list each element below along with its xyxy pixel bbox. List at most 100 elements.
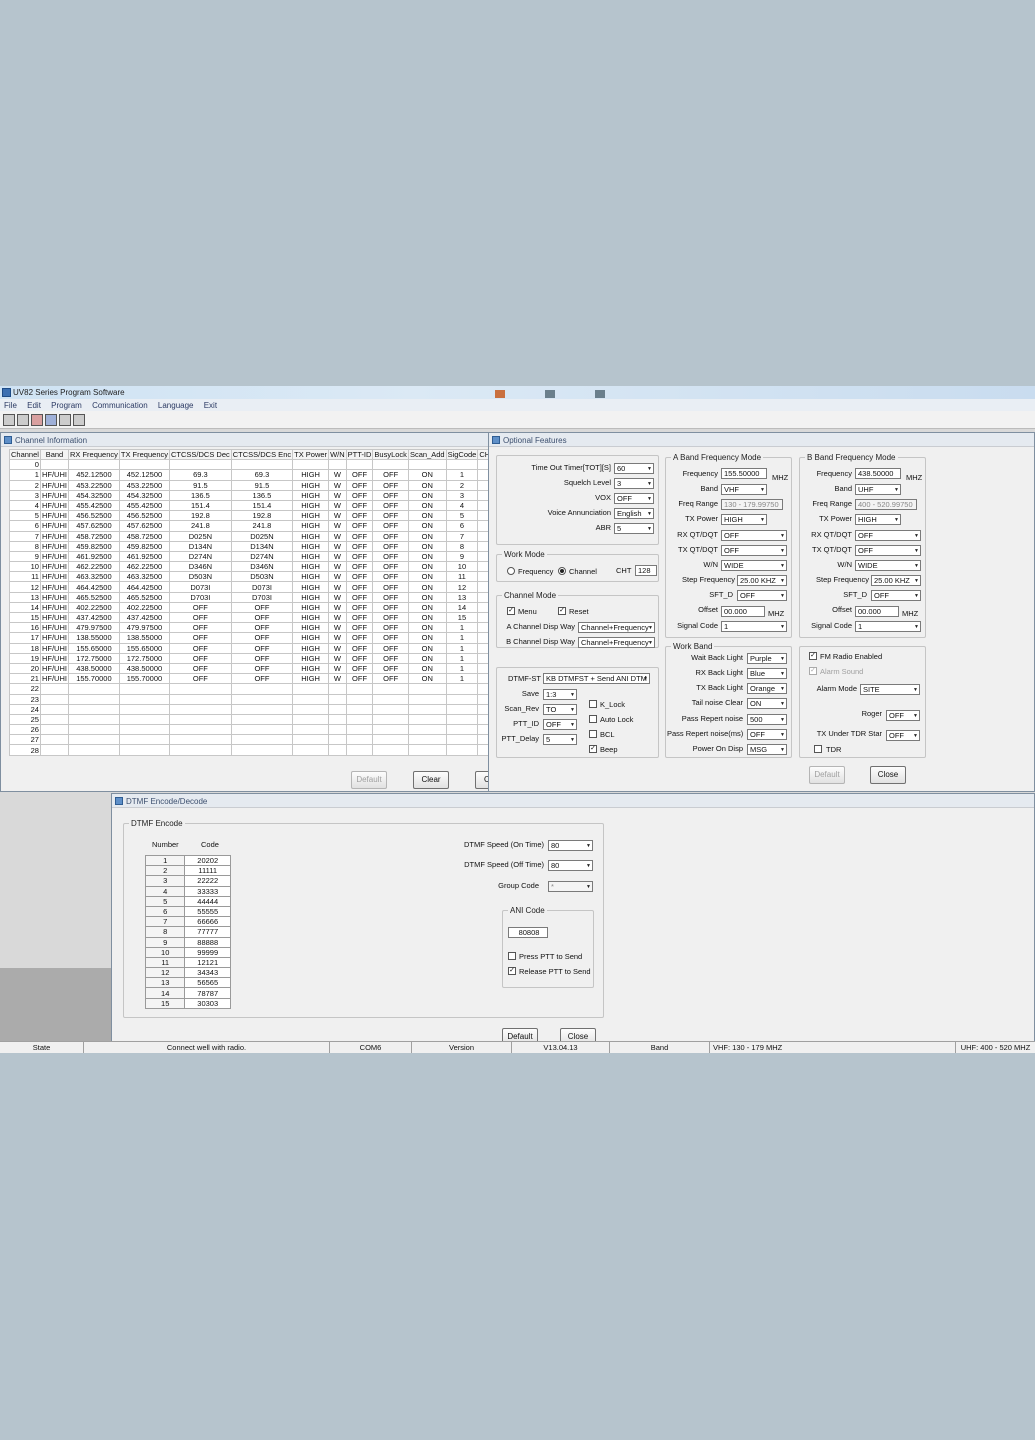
table-cell[interactable] <box>67 703 120 715</box>
code-value-cell[interactable]: 55555 <box>184 905 231 918</box>
table-cell[interactable]: OFF <box>372 611 409 624</box>
b-step-select[interactable]: 25.00 KHZ <box>871 575 921 586</box>
b-signal-code-select[interactable]: 1 <box>855 621 921 632</box>
b-tx-power-select[interactable]: HIGH <box>855 514 901 525</box>
table-cell[interactable]: 479.97500 <box>118 622 171 634</box>
table-cell[interactable]: 455.42500 <box>67 499 120 512</box>
table-cell[interactable] <box>39 703 69 715</box>
b-tx-qt-select[interactable]: OFF <box>855 545 921 556</box>
table-cell[interactable]: 24 <box>9 703 41 715</box>
table-cell[interactable] <box>372 683 409 695</box>
table-cell[interactable]: HF/UHI <box>39 622 69 634</box>
table-cell[interactable] <box>345 703 374 715</box>
table-cell[interactable]: 4 <box>445 499 479 512</box>
a-band-select[interactable]: VHF <box>721 484 767 495</box>
code-row[interactable]: 7 66666 <box>144 916 231 928</box>
table-cell[interactable]: W <box>328 611 347 624</box>
table-cell[interactable]: 462.22500 <box>67 561 120 573</box>
column-header[interactable]: Scan_Add <box>407 448 447 461</box>
table-cell[interactable] <box>39 693 69 705</box>
table-cell[interactable]: OFF <box>345 510 374 522</box>
k-lock-checkbox[interactable] <box>589 700 597 708</box>
table-cell[interactable]: OFF <box>345 652 374 664</box>
table-cell[interactable] <box>118 713 171 726</box>
table-cell[interactable] <box>345 734 374 746</box>
table-cell[interactable]: W <box>328 632 347 644</box>
table-cell[interactable] <box>169 683 232 695</box>
table-cell[interactable] <box>445 744 479 756</box>
table-cell[interactable]: D346N <box>169 561 232 573</box>
table-cell[interactable] <box>328 459 347 471</box>
table-cell[interactable] <box>445 713 479 726</box>
table-cell[interactable]: 479.97500 <box>67 622 120 634</box>
table-cell[interactable]: 155.70000 <box>67 673 120 685</box>
roger-select[interactable]: OFF <box>886 710 920 721</box>
table-cell[interactable]: OFF <box>345 591 374 603</box>
table-cell[interactable] <box>407 693 447 705</box>
table-cell[interactable] <box>372 744 409 756</box>
table-cell[interactable]: 5 <box>9 510 41 522</box>
table-cell[interactable]: D134N <box>230 540 294 552</box>
table-cell[interactable]: 5 <box>445 510 479 522</box>
table-cell[interactable] <box>445 734 479 746</box>
table-cell[interactable]: W <box>328 642 347 654</box>
code-value-cell[interactable]: 11111 <box>184 865 231 877</box>
table-cell[interactable] <box>118 724 171 736</box>
table-cell[interactable]: 155.70000 <box>118 673 171 685</box>
code-row[interactable]: 9 88888 <box>144 936 231 948</box>
table-cell[interactable]: 2 <box>445 479 479 491</box>
table-cell[interactable] <box>230 459 294 471</box>
table-cell[interactable]: HIGH <box>292 550 330 563</box>
a-tx-power-select[interactable]: HIGH <box>721 514 767 525</box>
table-cell[interactable]: OFF <box>169 601 232 614</box>
table-cell[interactable]: HF/UHI <box>39 591 69 603</box>
table-cell[interactable] <box>445 683 479 695</box>
table-cell[interactable]: HF/UHI <box>39 530 69 542</box>
table-cell[interactable]: 456.52500 <box>67 510 120 522</box>
table-row[interactable]: 22 <box>9 683 489 695</box>
table-cell[interactable]: W <box>328 540 347 552</box>
table-cell[interactable]: HIGH <box>292 662 330 675</box>
table-cell[interactable] <box>345 459 374 471</box>
table-cell[interactable]: OFF <box>372 622 409 634</box>
table-cell[interactable]: OFF <box>169 652 232 664</box>
table-cell[interactable]: 465.52500 <box>67 591 120 603</box>
table-cell[interactable]: 21 <box>9 673 41 685</box>
table-cell[interactable]: 465.52500 <box>118 591 171 603</box>
table-cell[interactable] <box>407 744 447 756</box>
table-cell[interactable]: HF/UHI <box>39 673 69 685</box>
table-row[interactable]: 25 <box>9 713 489 726</box>
table-cell[interactable] <box>67 693 120 705</box>
table-cell[interactable]: HIGH <box>292 499 330 512</box>
table-row[interactable]: 17 HF/UHI 138.55000 138.55000 OFF OFF HIGH W OFF… <box>9 632 489 644</box>
table-cell[interactable]: HF/UHI <box>39 611 69 624</box>
table-cell[interactable]: OFF <box>345 642 374 654</box>
table-cell[interactable]: OFF <box>169 673 232 685</box>
table-cell[interactable] <box>292 459 330 471</box>
table-row[interactable]: 28 <box>9 744 489 756</box>
table-cell[interactable] <box>230 713 294 726</box>
table-cell[interactable]: HF/UHI <box>39 499 69 512</box>
table-cell[interactable] <box>39 713 69 726</box>
table-row[interactable]: 20 HF/UHI 438.50000 438.50000 OFF OFF HIGH W OFF… <box>9 662 489 675</box>
bcl-checkbox[interactable] <box>589 730 597 738</box>
table-cell[interactable] <box>292 713 330 726</box>
table-cell[interactable]: OFF <box>372 550 409 563</box>
table-cell[interactable]: W <box>328 561 347 573</box>
code-row[interactable]: 13 56565 <box>144 977 231 989</box>
code-row[interactable]: 10 99999 <box>144 946 231 958</box>
table-cell[interactable] <box>407 713 447 726</box>
table-cell[interactable]: 9 <box>445 550 479 563</box>
code-value-cell[interactable]: 44444 <box>184 895 231 907</box>
table-cell[interactable]: ON <box>407 520 447 532</box>
table-cell[interactable]: 155.65000 <box>118 642 171 654</box>
table-cell[interactable]: OFF <box>345 611 374 624</box>
table-cell[interactable]: OFF <box>169 632 232 644</box>
table-cell[interactable]: 241.8 <box>169 520 232 532</box>
table-cell[interactable]: HF/UHI <box>39 571 69 583</box>
table-cell[interactable]: D073I <box>230 581 294 593</box>
table-cell[interactable]: 13 <box>9 591 41 603</box>
table-cell[interactable]: 8 <box>9 540 41 552</box>
table-cell[interactable]: W <box>328 591 347 603</box>
table-cell[interactable] <box>118 693 171 705</box>
